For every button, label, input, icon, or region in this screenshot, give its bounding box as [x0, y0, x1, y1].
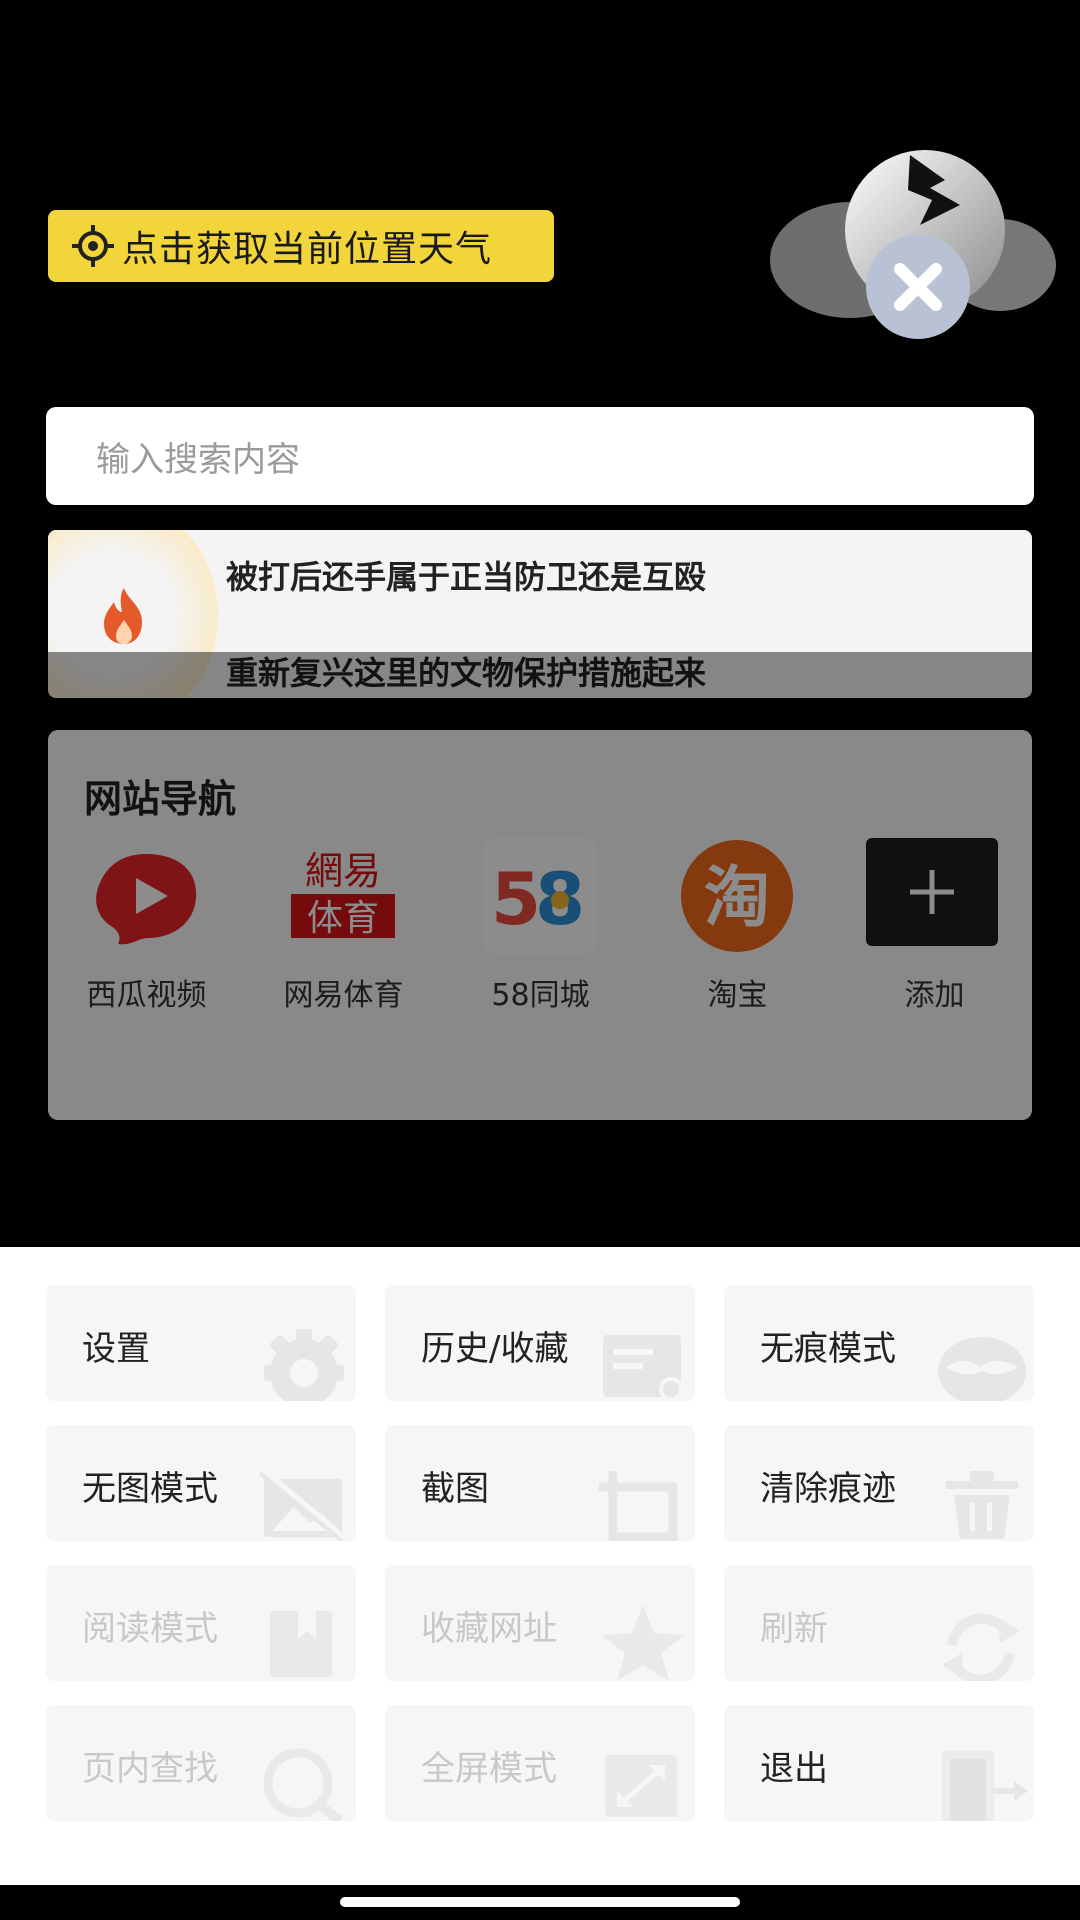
location-target-icon [72, 225, 114, 267]
menu-settings-button[interactable]: 设置 [46, 1285, 356, 1401]
refresh-icon [942, 1613, 1020, 1681]
browser-menu-sheet: 设置 历史/收藏 无痕模式 无图模式 截图 清除痕迹 阅读模式 收藏网址 刷新 … [0, 1247, 1080, 1885]
menu-screenshot-button[interactable]: 截图 [385, 1425, 695, 1541]
menu-item-label: 页内查找 [82, 1749, 218, 1789]
home-indicator[interactable] [340, 1897, 740, 1907]
book-icon [270, 1611, 332, 1677]
menu-bookmark-url-button[interactable]: 收藏网址 [385, 1565, 695, 1681]
magnifier-icon [263, 1748, 344, 1821]
no-image-icon [258, 1466, 348, 1541]
menu-item-label: 刷新 [760, 1609, 828, 1649]
incognito-mask-icon [938, 1337, 1026, 1401]
menu-item-label: 全屏模式 [421, 1749, 557, 1789]
menu-fullscreen-button[interactable]: 全屏模式 [385, 1705, 695, 1821]
menu-item-label: 无图模式 [82, 1469, 218, 1509]
exit-door-icon [942, 1751, 1028, 1821]
menu-refresh-button[interactable]: 刷新 [724, 1565, 1034, 1681]
location-weather-button[interactable]: 点击获取当前位置天气 [48, 210, 554, 282]
menu-item-label: 无痕模式 [760, 1329, 896, 1369]
screenshot-icon [599, 1471, 678, 1541]
menu-item-label: 设置 [82, 1329, 150, 1369]
location-weather-label: 点击获取当前位置天气 [122, 229, 493, 270]
menu-find-in-page-button[interactable]: 页内查找 [46, 1705, 356, 1821]
menu-item-label: 收藏网址 [421, 1609, 557, 1649]
status-bar [0, 0, 1080, 80]
menu-item-label: 阅读模式 [82, 1609, 218, 1649]
modal-dim-overlay[interactable] [0, 652, 1080, 1248]
search-input[interactable]: 输入搜索内容 [46, 407, 1034, 505]
menu-item-label: 历史/收藏 [421, 1329, 569, 1369]
weather-error-cloud-icon [770, 150, 1056, 339]
history-icon [603, 1335, 683, 1401]
menu-item-label: 退出 [760, 1749, 828, 1789]
menu-clear-traces-button[interactable]: 清除痕迹 [724, 1425, 1034, 1541]
menu-incognito-button[interactable]: 无痕模式 [724, 1285, 1034, 1401]
star-icon [601, 1605, 685, 1681]
menu-reading-mode-button[interactable]: 阅读模式 [46, 1565, 356, 1681]
menu-history-favorites-button[interactable]: 历史/收藏 [385, 1285, 695, 1401]
gear-icon [264, 1329, 344, 1401]
menu-exit-button[interactable]: 退出 [724, 1705, 1034, 1821]
menu-item-label: 截图 [421, 1469, 489, 1509]
fire-icon [104, 588, 142, 644]
fullscreen-icon [605, 1755, 677, 1817]
trash-icon [946, 1471, 1018, 1539]
hot-news-headline-1[interactable]: 被打后还手属于正当防卫还是互殴 [226, 552, 706, 598]
menu-no-image-button[interactable]: 无图模式 [46, 1425, 356, 1541]
menu-item-label: 清除痕迹 [760, 1469, 896, 1509]
search-placeholder: 输入搜索内容 [96, 439, 300, 480]
